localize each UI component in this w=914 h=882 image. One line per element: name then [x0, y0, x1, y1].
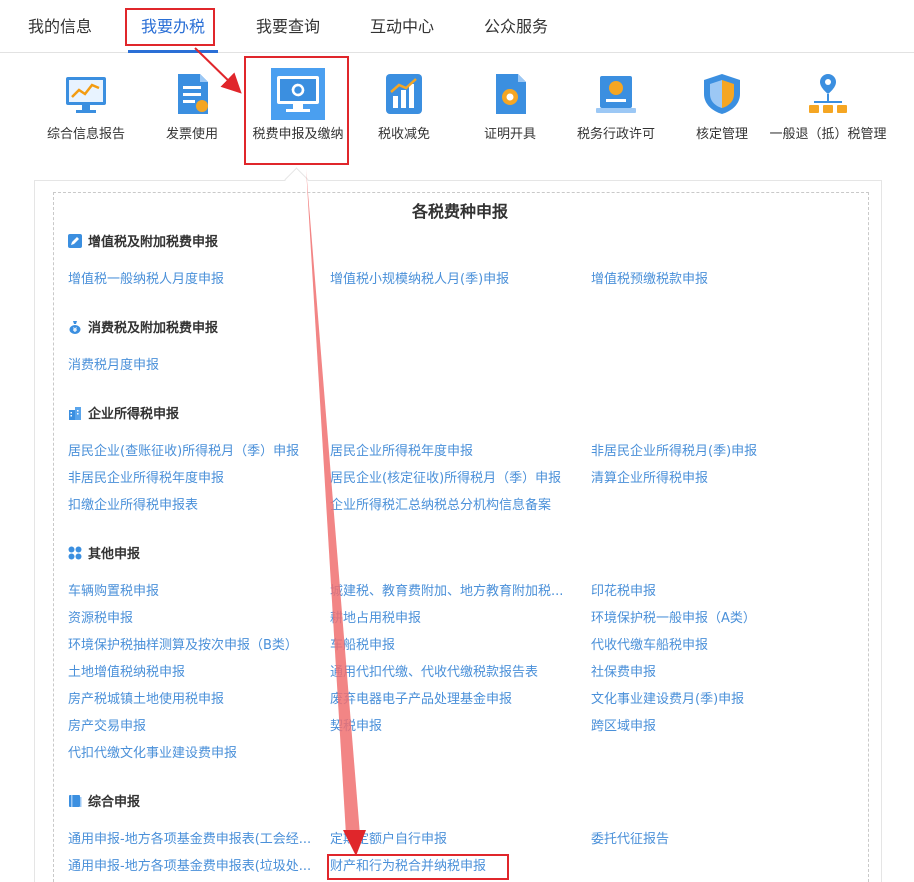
link-general-fund-union[interactable]: 通用申报-地方各项基金费申报表(工会经...: [68, 831, 311, 849]
active-tab-indicator: [128, 50, 218, 53]
link-nonresident-annual[interactable]: 非居民企业所得税年度申报: [68, 470, 224, 488]
network-pin-icon: [809, 74, 847, 113]
link-cross-region[interactable]: 跨区域申报: [591, 718, 656, 736]
edit-icon: [68, 234, 82, 248]
tab-interaction[interactable]: 互动中心: [354, 0, 450, 52]
certificate-icon: [496, 74, 526, 114]
link-farmland-tax[interactable]: 耕地占用税申报: [330, 610, 421, 628]
tab-public-service[interactable]: 公众服务: [468, 0, 564, 52]
link-deed-tax[interactable]: 契税申报: [330, 718, 382, 736]
monitor-chart-icon: [66, 77, 106, 113]
highlight-box-function: [244, 56, 349, 165]
highlight-box-tab: [125, 8, 215, 46]
link-urban-construction[interactable]: 城建税、教育费附加、地方教育附加税...: [330, 583, 563, 601]
money-bag-icon: ¥: [69, 321, 81, 334]
tab-query[interactable]: 我要查询: [240, 0, 336, 52]
section-corporate-income: 企业所得税申报: [68, 405, 179, 425]
chart-box-icon: [386, 74, 422, 114]
grid-icon: [68, 546, 82, 560]
link-withholding-corporate[interactable]: 扣缴企业所得税申报表: [68, 497, 198, 515]
building-icon: [69, 407, 81, 420]
tab-my-info[interactable]: 我的信息: [12, 0, 108, 52]
shield-icon: [704, 74, 740, 114]
link-vat-general-monthly[interactable]: 增值税一般纳税人月度申报: [68, 271, 224, 289]
link-withhold-culture-fee[interactable]: 代扣代缴文化事业建设费申报: [68, 745, 237, 763]
link-entrusted-collection[interactable]: 委托代征报告: [591, 831, 669, 849]
link-env-tax-a[interactable]: 环境保护税一般申报（A类）: [591, 610, 756, 628]
permit-icon: [596, 76, 636, 113]
link-resident-assessed-monthly[interactable]: 居民企业(核定征收)所得税月（季）申报: [330, 470, 561, 488]
link-property-transaction[interactable]: 房产交易申报: [68, 718, 146, 736]
link-resource-tax[interactable]: 资源税申报: [68, 610, 133, 628]
link-consumption-monthly[interactable]: 消费税月度申报: [68, 357, 159, 375]
link-resident-audit-monthly[interactable]: 居民企业(查账征收)所得税月（季）申报: [68, 443, 299, 461]
section-vat: 增值税及附加税费申报: [68, 233, 218, 253]
panel-inner-border: [53, 192, 869, 882]
link-land-value-tax[interactable]: 土地增值税纳税申报: [68, 664, 185, 682]
link-consolidated-filing[interactable]: 企业所得税汇总纳税总分机构信息备案: [330, 497, 551, 515]
link-vat-prepaid[interactable]: 增值税预缴税款申报: [591, 271, 708, 289]
invoice-icon: [178, 74, 208, 114]
link-property-land-tax[interactable]: 房产税城镇土地使用税申报: [68, 691, 224, 709]
link-vat-small-scale[interactable]: 增值税小规模纳税人月(季)申报: [330, 271, 509, 289]
link-general-fund-garbage[interactable]: 通用申报-地方各项基金费申报表(垃圾处...: [68, 858, 311, 876]
book-icon: [69, 795, 82, 807]
link-withholding-report[interactable]: 通用代扣代缴、代收代缴税款报告表: [330, 664, 538, 682]
section-other: 其他申报: [68, 545, 140, 565]
panel-title: 各税费种申报: [411, 202, 508, 221]
section-consumption: ¥ 消费税及附加税费申报: [68, 319, 218, 339]
link-env-tax-b[interactable]: 环境保护税抽样测算及按次申报（B类）: [68, 637, 298, 655]
link-stamp-tax[interactable]: 印花税申报: [591, 583, 656, 601]
section-comprehensive: 综合申报: [68, 793, 140, 813]
link-vehicle-vessel-tax[interactable]: 车船税申报: [330, 637, 395, 655]
link-nonresident-monthly[interactable]: 非居民企业所得税月(季)申报: [591, 443, 757, 461]
link-collect-vehicle-tax[interactable]: 代收代缴车船税申报: [591, 637, 708, 655]
highlight-box-target-link: [327, 854, 509, 880]
link-liquidation[interactable]: 清算企业所得税申报: [591, 470, 708, 488]
link-social-insurance[interactable]: 社保费申报: [591, 664, 656, 682]
link-vehicle-purchase[interactable]: 车辆购置税申报: [68, 583, 159, 601]
link-culture-fee[interactable]: 文化事业建设费月(季)申报: [591, 691, 744, 709]
link-resident-annual[interactable]: 居民企业所得税年度申报: [330, 443, 473, 461]
link-fixed-quota-self[interactable]: 定期定额户自行申报: [330, 831, 447, 849]
link-ewaste-fund[interactable]: 废弃电器电子产品处理基金申报: [330, 691, 512, 709]
function-row: 综合信息报告 发票使用 税费申报及缴纳 税收减免 证明开具 税务行政许可 核定管…: [0, 56, 914, 176]
